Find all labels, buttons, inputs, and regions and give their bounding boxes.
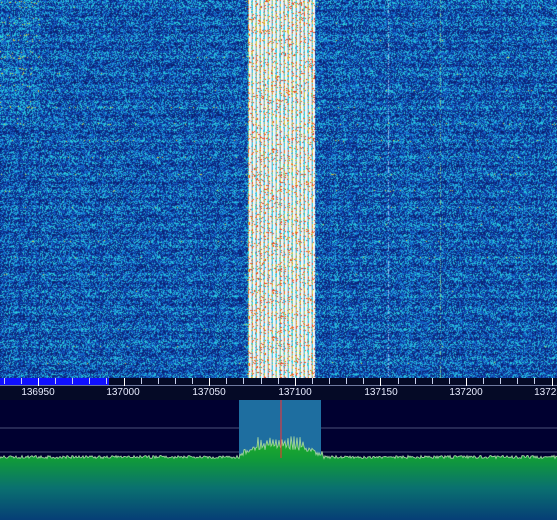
frequency-scale-bar[interactable] <box>0 378 557 386</box>
spectrum-fill <box>0 436 557 520</box>
minor-tick <box>175 378 176 384</box>
minor-tick <box>141 378 142 384</box>
minor-tick <box>517 378 518 384</box>
minor-tick <box>449 378 450 384</box>
minor-tick <box>21 378 22 384</box>
freq-label-137050: 137050 <box>192 387 226 398</box>
minor-tick <box>243 378 244 384</box>
minor-tick <box>500 378 501 384</box>
minor-tick <box>312 378 313 384</box>
minor-tick <box>398 378 399 384</box>
freq-label-137100: 137100 <box>278 387 312 398</box>
minor-tick <box>363 378 364 384</box>
minor-tick <box>55 378 56 384</box>
freq-label-136950: 136950 <box>21 387 55 398</box>
major-tick <box>209 378 210 386</box>
minor-tick <box>106 378 107 384</box>
major-tick <box>38 378 39 386</box>
major-tick <box>124 378 125 386</box>
major-tick <box>380 378 381 386</box>
minor-tick <box>72 378 73 384</box>
minor-tick <box>261 378 262 384</box>
waterfall-display[interactable] <box>0 0 557 378</box>
minor-tick <box>192 378 193 384</box>
minor-tick <box>432 378 433 384</box>
minor-tick <box>329 378 330 384</box>
minor-tick <box>534 378 535 384</box>
spectrum-panel[interactable] <box>0 400 557 520</box>
minor-tick <box>158 378 159 384</box>
frequency-scale[interactable]: 136950 137000 137050 137100 137150 13720… <box>0 378 557 400</box>
major-tick <box>466 378 467 386</box>
minor-tick <box>415 378 416 384</box>
major-tick <box>295 378 296 386</box>
minor-tick <box>226 378 227 384</box>
minor-tick <box>4 378 5 384</box>
minor-tick <box>278 378 279 384</box>
minor-tick <box>89 378 90 384</box>
major-tick <box>552 378 553 386</box>
freq-label-137000: 137000 <box>106 387 140 398</box>
spectrum-plot[interactable] <box>0 400 557 520</box>
freq-label-137150: 137150 <box>364 387 398 398</box>
freq-label-137250: 13725 <box>534 387 557 398</box>
minor-tick <box>483 378 484 384</box>
freq-label-137200: 137200 <box>449 387 483 398</box>
sdr-receiver-window: 136950 137000 137050 137100 137150 13720… <box>0 0 557 520</box>
minor-tick <box>346 378 347 384</box>
